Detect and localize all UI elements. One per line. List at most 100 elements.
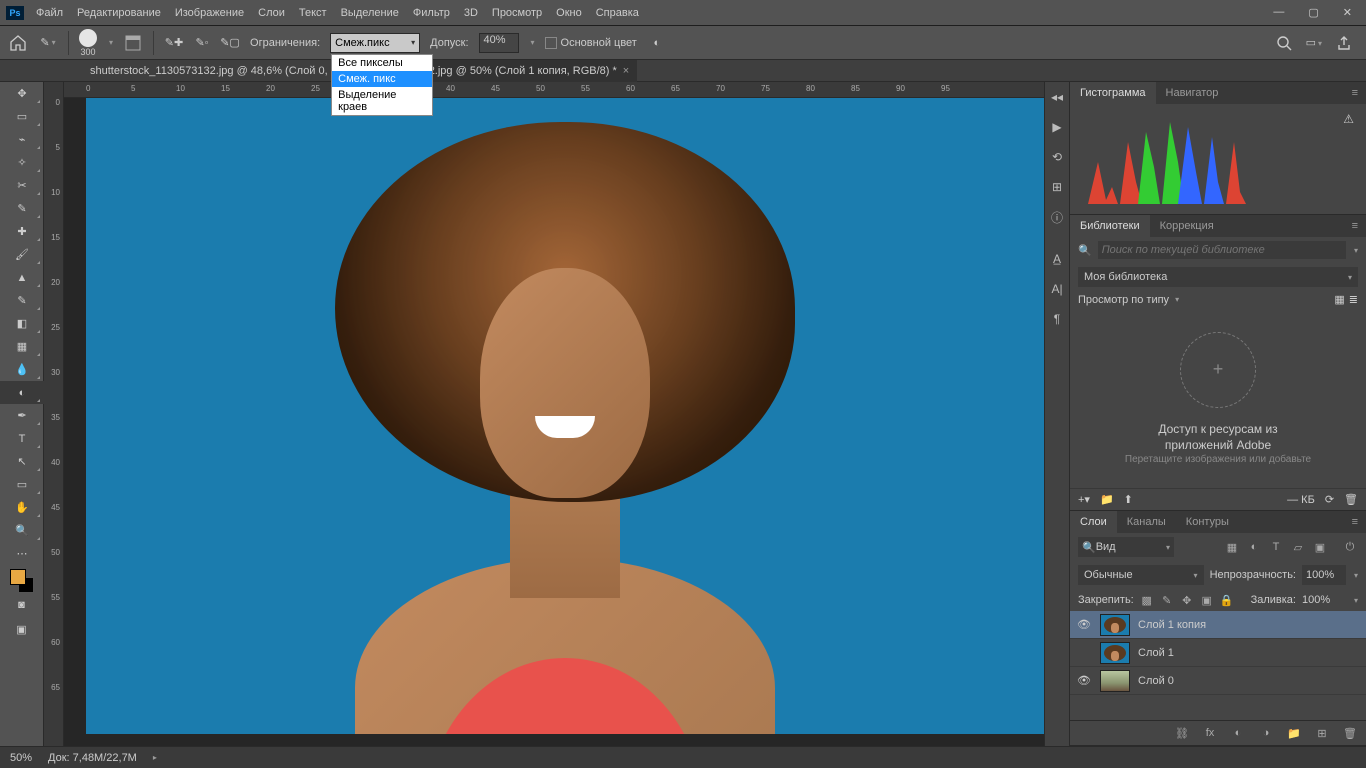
doc-tab-0[interactable]: shutterstock_1130573132.jpg @ 48,6% (Сло… [82,60,372,82]
type-tool[interactable]: T [0,427,44,450]
sampling-swatch-icon[interactable]: ✎▢ [220,33,240,53]
collapsed-properties-icon[interactable]: ⊞ [1048,178,1066,196]
menu-image[interactable]: Изображение [175,7,244,19]
protect-fg-checkbox[interactable]: Основной цвет [545,37,637,49]
gradient-tool[interactable]: ▦ [0,335,44,358]
status-dropdown-icon[interactable]: ▸ [153,753,157,762]
quickmask-icon[interactable]: ◙ [0,593,43,617]
filter-adjust-icon[interactable]: ◐ [1246,539,1262,555]
zoom-tool[interactable]: 🔍 [0,519,44,542]
layer-fx-icon[interactable]: fx [1202,725,1218,741]
layer-visibility-icon[interactable]: 👁 [1076,618,1092,631]
marquee-tool[interactable]: ▭ [0,105,44,128]
home-icon[interactable] [8,33,28,53]
new-layer-icon[interactable]: ⊞ [1314,725,1330,741]
lib-add-icon[interactable]: +▾ [1078,493,1090,506]
filter-smart-icon[interactable]: ▣ [1312,539,1328,555]
layer-row[interactable]: Слой 1 [1070,639,1366,667]
lib-upload-icon[interactable]: ⬆ [1124,493,1133,506]
menu-edit[interactable]: Редактирование [77,7,161,19]
layer-name[interactable]: Слой 0 [1138,675,1174,687]
filter-toggle-icon[interactable]: ⏻ [1342,539,1358,555]
limits-option-contiguous[interactable]: Смеж. пикс [332,71,432,87]
magic-wand-tool[interactable]: ✧ [0,151,44,174]
menu-view[interactable]: Просмотр [492,7,542,19]
library-search-input[interactable] [1098,241,1346,259]
view-by-type-label[interactable]: Просмотр по типу [1078,294,1169,306]
collapsed-para-icon[interactable]: ¶ [1048,310,1066,328]
menu-select[interactable]: Выделение [341,7,399,19]
canvas[interactable] [64,98,1044,746]
stamp-tool[interactable]: ▲ [0,266,44,289]
lib-sync-icon[interactable]: ⟳ [1325,493,1334,506]
lib-search-dropdown-icon[interactable]: ▾ [1354,246,1358,255]
search-icon[interactable] [1276,35,1292,51]
eraser-tool[interactable]: ◧ [0,312,44,335]
new-fill-icon[interactable]: ◑ [1258,725,1274,741]
menu-3d[interactable]: 3D [464,7,478,19]
list-view-icon[interactable]: ≣ [1349,293,1358,306]
lock-all-icon[interactable]: 🔒 [1220,593,1234,607]
libraries-menu-icon[interactable]: ≡ [1344,220,1366,232]
tab-histogram[interactable]: Гистограмма [1070,82,1156,104]
window-minimize[interactable]: — [1273,6,1284,19]
layer-thumbnail[interactable] [1100,642,1130,664]
brush-preview[interactable]: 300 [79,29,97,57]
dodge-tool[interactable]: ◐ [0,381,44,404]
lib-folder-icon[interactable]: 📁 [1100,493,1114,506]
filter-pixel-icon[interactable]: ▦ [1224,539,1240,555]
grid-view-icon[interactable]: ▦ [1334,293,1344,306]
delete-layer-icon[interactable]: 🗑 [1342,725,1358,741]
lock-pixels-icon[interactable]: ✎ [1160,593,1174,607]
tab-libraries[interactable]: Библиотеки [1070,215,1150,237]
history-brush-tool[interactable]: ✎ [0,289,44,312]
tab-adjustments[interactable]: Коррекция [1150,215,1224,237]
layer-name[interactable]: Слой 1 [1138,647,1174,659]
opacity-input[interactable]: 100% [1302,565,1346,585]
blur-tool[interactable]: 💧 [0,358,44,381]
shape-tool[interactable]: ▭ [0,473,44,496]
tab-channels[interactable]: Каналы [1117,511,1176,533]
layer-row[interactable]: 👁 Слой 0 [1070,667,1366,695]
menu-window[interactable]: Окно [556,7,582,19]
window-close[interactable]: ✕ [1343,6,1352,19]
layer-mask-icon[interactable]: ◐ [1230,725,1246,741]
sampling-continuous-icon[interactable]: ✎✚ [164,33,184,53]
edit-toolbar[interactable]: ⋯ [0,542,44,565]
limits-combo[interactable]: Смеж.пикс▾ Все пикселы Смеж. пикс Выделе… [330,33,420,53]
collapsed-info-icon[interactable]: ⓘ [1048,208,1066,226]
healing-tool[interactable]: ✚ [0,220,44,243]
share-icon[interactable] [1336,35,1352,51]
histogram-warning-icon[interactable]: ⚠ [1343,112,1354,126]
brush-dropdown-icon[interactable]: ▾ [109,38,113,47]
collapsed-char-icon[interactable]: A̲ [1048,250,1066,268]
fill-input[interactable]: 100% [1302,594,1346,606]
bg-eraser-tool-icon[interactable]: ✎▾ [38,33,58,53]
tolerance-input[interactable]: 40% [479,33,519,53]
pressure-icon[interactable]: ◐ [647,33,667,53]
move-tool[interactable]: ✥ [0,82,44,105]
path-tool[interactable]: ↖ [0,450,44,473]
tab-paths[interactable]: Контуры [1176,511,1239,533]
tab-layers[interactable]: Слои [1070,511,1117,533]
brush-tool[interactable]: 🖌 [0,243,44,266]
close-tab-icon[interactable]: × [623,65,629,77]
library-selector[interactable]: Моя библиотека▾ [1078,267,1358,287]
brush-panel-icon[interactable] [123,33,143,53]
screenmode-icon[interactable]: ▣ [0,617,43,641]
sampling-once-icon[interactable]: ✎◦ [192,33,212,53]
layer-visibility-icon[interactable]: 👁 [1076,674,1092,687]
library-add-circle-icon[interactable]: + [1180,332,1256,408]
layer-name[interactable]: Слой 1 копия [1138,619,1206,631]
zoom-level[interactable]: 50% [10,752,32,764]
menu-layers[interactable]: Слои [258,7,285,19]
tab-navigator[interactable]: Навигатор [1156,82,1229,104]
limits-option-all[interactable]: Все пикселы [332,55,432,71]
link-layers-icon[interactable]: ⛓ [1174,725,1190,741]
layers-menu-icon[interactable]: ≡ [1344,516,1366,528]
new-group-icon[interactable]: 📁 [1286,725,1302,741]
filter-shape-icon[interactable]: ▱ [1290,539,1306,555]
crop-tool[interactable]: ✂ [0,174,44,197]
hand-tool[interactable]: ✋ [0,496,44,519]
lib-trash-icon[interactable]: 🗑 [1344,493,1358,506]
